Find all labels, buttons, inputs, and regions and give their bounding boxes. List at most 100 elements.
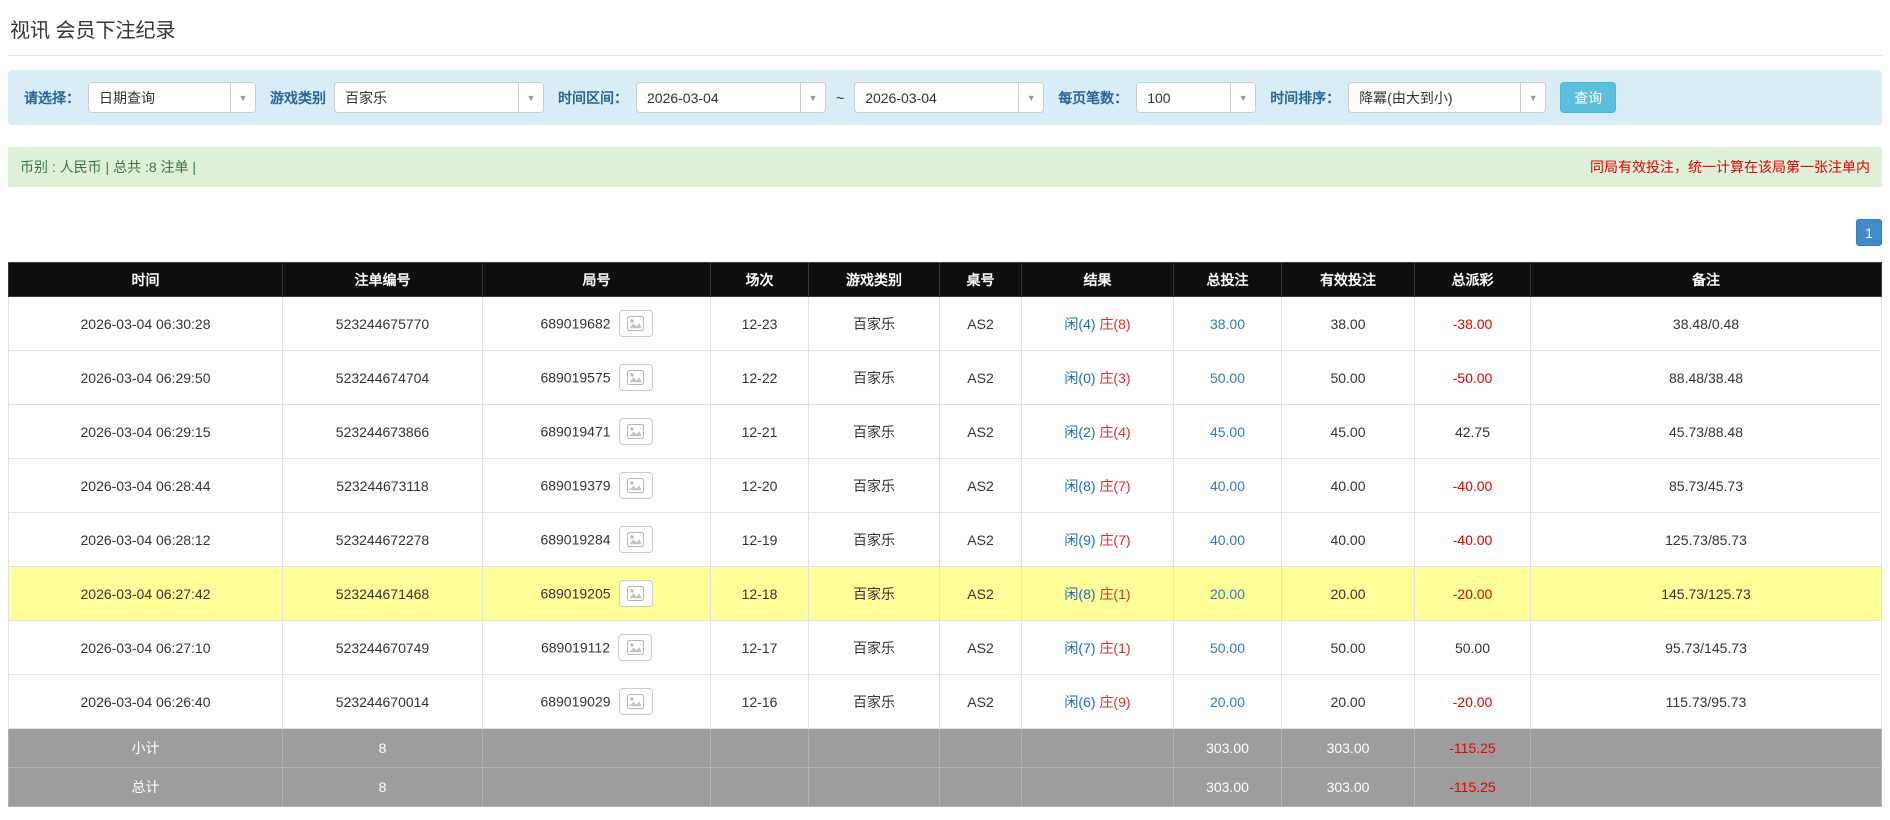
picture-icon [627,532,645,547]
column-header-game-type: 游戏类别 [808,262,940,297]
total-count: 8 [282,767,483,807]
subtotal-label: 小计 [8,728,283,768]
date-to-picker[interactable]: 2026-03-04 ▼ [854,82,1045,113]
total-row: 总计 8 303.00 303.00 -115.25 [8,767,1882,807]
total-bet-link[interactable]: 20.00 [1210,694,1245,710]
cell-round: 689019284 [482,512,711,567]
query-type-label: 请选择： [24,89,80,106]
road-map-icon-button[interactable] [618,418,653,445]
cell-valid-bet: 50.00 [1281,350,1415,405]
round-number: 689019205 [540,585,611,602]
cell-result: 闲(4) 庄(8) [1021,296,1174,351]
cell-round: 689019682 [482,296,711,351]
total-bet-link[interactable]: 40.00 [1210,478,1245,494]
cell-total-bet: 20.00 [1173,566,1282,621]
total-bet-link[interactable]: 38.00 [1210,316,1245,332]
total-bet-link[interactable]: 50.00 [1210,640,1245,656]
round-number: 689019575 [540,369,611,386]
page-number-button[interactable]: 1 [1856,219,1882,246]
cell-valid-bet: 40.00 [1281,458,1415,513]
date-from-picker[interactable]: 2026-03-04 ▼ [636,82,826,113]
picture-icon [627,694,645,709]
result-banker: 庄(3) [1099,369,1131,386]
date-to-value: 2026-03-04 [865,89,937,106]
table-body: 2026-03-04 06:30:28 523244675770 689019682… [8,296,1882,729]
subtotal-empty-cell [1021,728,1174,768]
cell-time: 2026-03-04 06:26:40 [8,674,283,729]
result-player: 闲(8) [1064,585,1096,602]
table-row: 2026-03-04 06:27:42 523244671468 689019205… [8,566,1882,621]
game-type-label: 游戏类别 [270,89,326,106]
cell-payout: -40.00 [1414,512,1531,567]
cell-valid-bet: 45.00 [1281,404,1415,459]
cell-result: 闲(2) 庄(4) [1021,404,1174,459]
table-header: 时间 注单编号 局号 场次 游戏类别 桌号 结果 总投注 有效投注 总派彩 备注 [8,262,1882,297]
query-type-select[interactable]: 日期查询 ▼ [88,82,256,113]
cell-game-type: 百家乐 [808,458,940,513]
cell-valid-bet: 50.00 [1281,620,1415,675]
total-bet-link[interactable]: 20.00 [1210,586,1245,602]
cell-result: 闲(8) 庄(7) [1021,458,1174,513]
cell-note: 88.48/38.48 [1530,350,1882,405]
filter-bar: 请选择： 日期查询 ▼ 游戏类别 百家乐 ▼ 时间区间： 2026-03-04 … [8,70,1882,125]
total-empty-cell [482,767,711,807]
cell-payout: 42.75 [1414,404,1531,459]
total-empty-cell [1530,767,1882,807]
chevron-down-icon: ▼ [1520,83,1546,112]
road-map-icon-button[interactable] [618,688,653,715]
cell-bet-id: 523244673118 [282,458,483,513]
picture-icon [627,478,645,493]
cell-result: 闲(7) 庄(1) [1021,620,1174,675]
result-player: 闲(6) [1064,693,1096,710]
road-map-icon-button[interactable] [618,310,653,337]
road-map-icon-button[interactable] [618,634,653,661]
road-map-icon-button[interactable] [618,364,653,391]
cell-total-bet: 50.00 [1173,350,1282,405]
valid-bet-notice: 同局有效投注，统一计算在该局第一张注单内 [1590,159,1870,175]
page-size-select[interactable]: 100 ▼ [1136,82,1257,113]
chevron-down-icon: ▼ [1018,83,1044,112]
cell-table-no: AS2 [939,458,1022,513]
subtotal-valid-bet: 303.00 [1281,728,1415,768]
result-banker: 庄(8) [1099,315,1131,332]
cell-valid-bet: 20.00 [1281,566,1415,621]
road-map-icon-button[interactable] [618,526,653,553]
column-header-valid-bet: 有效投注 [1281,262,1415,297]
cell-result: 闲(6) 庄(9) [1021,674,1174,729]
cell-valid-bet: 20.00 [1281,674,1415,729]
cell-total-bet: 38.00 [1173,296,1282,351]
total-bet-link[interactable]: 40.00 [1210,532,1245,548]
result-banker: 庄(1) [1099,585,1131,602]
cell-total-bet: 40.00 [1173,512,1282,567]
cell-note: 45.73/88.48 [1530,404,1882,459]
cell-total-bet: 50.00 [1173,620,1282,675]
result-banker: 庄(9) [1099,693,1131,710]
cell-note: 145.73/125.73 [1530,566,1882,621]
game-type-select[interactable]: 百家乐 ▼ [334,82,544,113]
range-separator: ~ [836,89,845,106]
cell-note: 115.73/95.73 [1530,674,1882,729]
time-sort-select[interactable]: 降冪(由大到小) ▼ [1348,82,1547,113]
search-button[interactable]: 查询 [1560,82,1617,113]
round-number: 689019029 [540,693,611,710]
cell-game-type: 百家乐 [808,350,940,405]
cell-round: 689019112 [482,620,711,675]
total-bet-link[interactable]: 50.00 [1210,370,1245,386]
total-bet-link[interactable]: 45.00 [1210,424,1245,440]
road-map-icon-button[interactable] [618,580,653,607]
cell-payout: -50.00 [1414,350,1531,405]
page-size-value: 100 [1147,89,1171,106]
cell-time: 2026-03-04 06:27:42 [8,566,283,621]
column-header-payout: 总派彩 [1414,262,1531,297]
cell-result: 闲(9) 庄(7) [1021,512,1174,567]
result-player: 闲(0) [1064,369,1096,386]
road-map-icon-button[interactable] [618,472,653,499]
header-row: 时间 注单编号 局号 场次 游戏类别 桌号 结果 总投注 有效投注 总派彩 备注 [8,262,1882,297]
total-empty-cell [808,767,940,807]
page-size-label: 每页笔数： [1058,89,1129,106]
cell-note: 85.73/45.73 [1530,458,1882,513]
subtotal-empty-cell [482,728,711,768]
cell-session: 12-18 [710,566,809,621]
cell-table-no: AS2 [939,620,1022,675]
chevron-down-icon: ▼ [800,83,825,112]
